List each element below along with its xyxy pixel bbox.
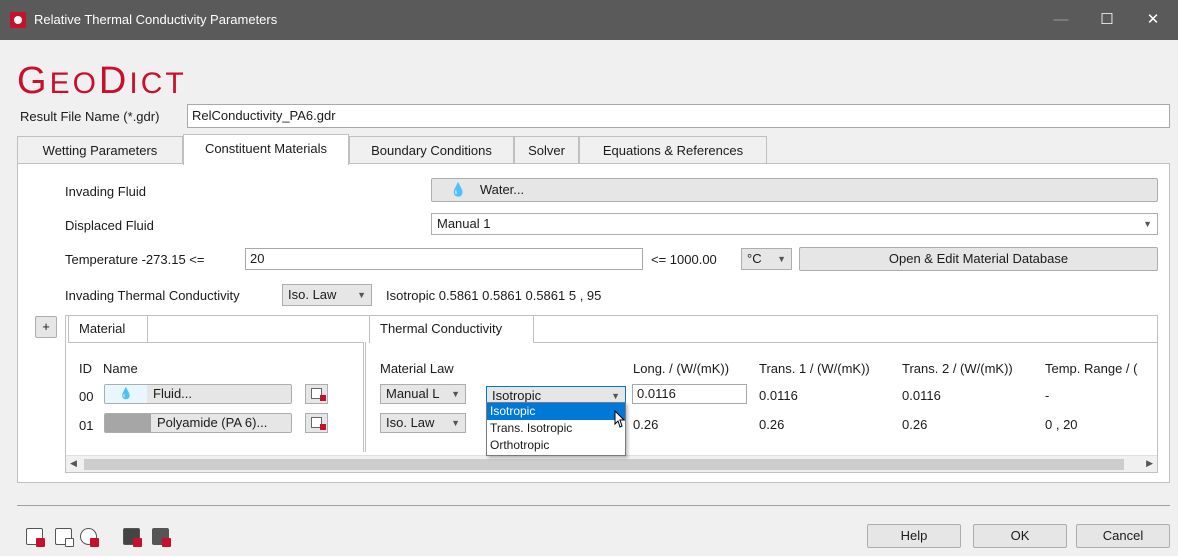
drop-icon: 💧 [450,182,467,197]
database-badge [320,424,326,430]
material-id: 00 [79,389,94,404]
scroll-left-icon[interactable]: ◀ [70,458,77,469]
load-settings-icon[interactable] [55,528,74,547]
material-edit-button[interactable] [305,413,328,433]
temp-range-value: - [1045,388,1050,403]
material-law-select[interactable]: Manual L ▼ [380,384,466,404]
close-button[interactable]: ✕ [1130,0,1176,40]
long-conductivity-input[interactable]: 0.0116 [632,384,747,404]
ok-button[interactable]: OK [973,524,1067,548]
temperature-label: Temperature -273.15 <= [65,252,205,267]
temperature-unit-select[interactable]: °C ▼ [741,248,792,270]
result-file-label: Result File Name (*.gdr) [20,109,160,124]
long-value: 0.26 [633,417,659,432]
chevron-down-icon: ▼ [357,290,366,300]
invading-conductivity-law-value: Iso. Law [288,287,337,302]
trans1-value: 0.26 [759,417,785,432]
material-name-label: Fluid... [153,386,193,401]
horizontal-scrollbar[interactable]: ◀ ▶ [66,455,1157,472]
invading-fluid-button[interactable]: 💧 Water... [431,178,1158,202]
help-button[interactable]: Help [867,524,961,548]
invading-fluid-label: Invading Fluid [65,184,146,199]
app-icon [10,12,26,28]
dropdown-option-orthotropic[interactable]: Orthotropic [487,437,625,454]
invading-conductivity-law-select[interactable]: Iso. Law ▼ [282,284,372,306]
minimize-button[interactable]: — [1038,0,1084,40]
material-name-button[interactable]: Polyamide (PA 6)... [104,413,292,433]
save-settings-icon[interactable] [26,528,45,547]
scrollbar-thumb[interactable] [84,459,1124,470]
conductivity-divider [534,342,1158,343]
maximize-button[interactable]: ☐ [1084,0,1130,40]
invading-conductivity-value: Isotropic 0.5861 0.5861 0.5861 5 , 95 [386,288,602,303]
conductivity-column-tab[interactable]: Thermal Conductivity [369,315,534,343]
tab-constituent-materials[interactable]: Constituent Materials [183,134,349,165]
displaced-fluid-label: Displaced Fluid [65,218,154,233]
footer-separator [17,505,1170,506]
tab-solver[interactable]: Solver [514,136,579,164]
trans1-value: 0.0116 [759,388,798,403]
title-bar: Relative Thermal Conductivity Parameters… [0,0,1178,40]
material-law-select[interactable]: Iso. Law ▼ [380,413,466,433]
macro-icon[interactable] [123,528,142,547]
dropdown-option-trans-isotropic[interactable]: Trans. Isotropic [487,420,625,437]
invading-fluid-button-label: Water... [479,182,525,197]
add-material-button[interactable]: + [35,316,57,338]
temperature-max-label: <= 1000.00 [651,252,717,267]
conductivity-type-value: Isotropic [492,388,542,403]
temperature-input[interactable]: 20 [245,248,643,270]
reset-settings-icon[interactable] [80,528,99,547]
window-title: Relative Thermal Conductivity Parameters [34,12,278,27]
material-column-tab[interactable]: Material [68,315,148,343]
temperature-unit-value: °C [747,251,762,266]
material-law-value: Iso. Law [386,415,435,430]
result-file-input[interactable]: RelConductivity_PA6.gdr [187,104,1170,128]
trans2-value: 0.0116 [902,388,941,403]
trans2-header: Trans. 2 / (W/(mK)) [902,361,1013,376]
name-header: Name [103,361,138,376]
tab-equations-references[interactable]: Equations & References [579,136,767,164]
material-divider [68,342,363,343]
material-law-value: Manual L [386,386,440,401]
long-header: Long. / (W/(mK)) [633,361,730,376]
database-badge [320,395,326,401]
drop-icon: 💧 [119,388,133,400]
invading-conductivity-label: Invading Thermal Conductivity [65,288,240,303]
open-material-database-button[interactable]: Open & Edit Material Database [799,247,1158,271]
temp-range-value: 0 , 20 [1045,417,1078,432]
scroll-right-icon[interactable]: ▶ [1146,458,1153,469]
material-name-button[interactable]: 💧 Fluid... [104,384,292,404]
trans2-value: 0.26 [902,417,928,432]
displaced-fluid-select[interactable]: Manual 1 ▼ [431,213,1158,235]
id-header: ID [79,361,92,376]
chevron-down-icon: ▼ [451,389,460,399]
cancel-button[interactable]: Cancel [1076,524,1170,548]
mouse-cursor-icon [614,410,626,428]
material-edit-button[interactable] [305,384,328,404]
dropdown-option-isotropic[interactable]: Isotropic [487,403,625,420]
material-color-swatch [105,414,151,432]
material-id: 01 [79,418,94,433]
trans1-header: Trans. 1 / (W/(mK)) [759,361,870,376]
displaced-fluid-value: Manual 1 [437,216,491,231]
chevron-down-icon: ▼ [777,254,786,264]
geodict-logo: GEODICT [17,60,187,102]
conductivity-type-dropdown: Isotropic Trans. Isotropic Orthotropic [486,402,626,456]
material-name-label: Polyamide (PA 6)... [157,415,268,430]
temp-range-header: Temp. Range / ( [1045,361,1138,376]
export-icon[interactable] [152,528,171,547]
chevron-down-icon: ▼ [1143,219,1152,229]
tab-boundary-conditions[interactable]: Boundary Conditions [349,136,514,164]
material-law-header: Material Law [380,361,454,376]
tab-wetting-parameters[interactable]: Wetting Parameters [17,136,183,164]
chevron-down-icon: ▼ [451,418,460,428]
splitter-handle[interactable] [363,342,366,452]
